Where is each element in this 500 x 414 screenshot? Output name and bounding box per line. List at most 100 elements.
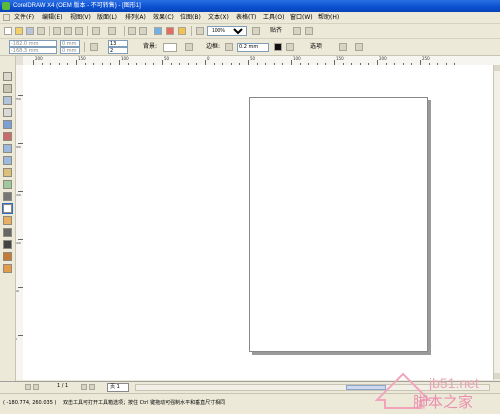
snap-icon[interactable] [252, 27, 260, 35]
ruler-label: 200 [35, 56, 43, 61]
save-icon[interactable] [26, 27, 34, 35]
border-label: 边框: [206, 43, 221, 50]
toolbox [0, 56, 16, 382]
outline-width-field[interactable]: 0.2 mm [237, 43, 269, 52]
status-hint: 双击工具可打开工具箱选项；按住 Ctrl 键拖动可强制水平和垂直尺寸相同 [63, 400, 226, 406]
menu-layout[interactable]: 版面(L) [97, 12, 117, 23]
watermark-logo: jb51.net 脚本之家 [374, 372, 479, 411]
background-label: 背景: [143, 43, 158, 50]
page-tab[interactable]: 页 1 [107, 383, 129, 392]
wrap-text-icon[interactable] [339, 43, 347, 51]
border-grid-icon[interactable] [225, 43, 233, 51]
ruler-label: 250 [422, 56, 430, 61]
menu-bar: 文件(F) 编辑(E) 视图(V) 版面(L) 排列(A) 效果(C) 位图(B… [0, 12, 500, 24]
property-bar: -182.0 mm -168.3 mm 0 mm 0 mm 13 2 背景: 边… [0, 39, 500, 56]
options-icon[interactable] [293, 27, 301, 35]
menu-help[interactable]: 帮助(H) [318, 12, 339, 23]
menu-view[interactable]: 视图(V) [70, 12, 91, 23]
open-folder-icon[interactable] [15, 27, 23, 35]
fill-options-icon[interactable] [185, 43, 193, 51]
eyedropper-icon[interactable] [3, 228, 12, 237]
table-icon[interactable] [355, 43, 363, 51]
copy-icon[interactable] [64, 27, 72, 35]
rectangle-tool-icon[interactable] [3, 144, 12, 153]
previous-page-icon[interactable] [33, 384, 39, 390]
coreldraw-app-icon [2, 2, 10, 10]
x-position-field[interactable]: -182.0 mm [9, 40, 57, 47]
zoom-level-icon [196, 27, 204, 35]
window-title: CorelDRAW X4 (OEM 版本 - 不可转售) - [图形1] [13, 3, 141, 9]
menu-arrange[interactable]: 排列(A) [125, 12, 146, 23]
ruler-label: 100 [293, 56, 301, 61]
smart-fill-icon[interactable] [3, 132, 12, 141]
polygon-tool-icon[interactable] [3, 168, 12, 177]
zoom-tool-icon[interactable] [3, 108, 12, 117]
ruler-label: 50 [164, 56, 170, 61]
ruler-label: 50 [250, 56, 256, 61]
menu-file[interactable]: 文件(F) [14, 12, 34, 23]
paste-icon[interactable] [75, 27, 83, 35]
gear-icon[interactable] [305, 27, 313, 35]
undo-icon[interactable] [92, 27, 100, 35]
corel-online-icon[interactable] [178, 27, 186, 35]
zoom-level-select[interactable]: 100% [207, 26, 247, 36]
title-bar: CorelDRAW X4 (OEM 版本 - 不可转售) - [图形1] [0, 0, 500, 12]
ellipse-tool-icon[interactable] [3, 156, 12, 165]
separator [124, 26, 125, 36]
menu-table[interactable]: 表格(T) [236, 12, 256, 23]
standard-toolbar: 100% 贴齐 [0, 24, 500, 39]
next-page-icon[interactable] [81, 384, 87, 390]
pen-icon[interactable] [286, 43, 294, 51]
snap-to-label[interactable]: 贴齐 [270, 26, 282, 35]
ruler-label: 150 [336, 56, 344, 61]
menu-bitmaps[interactable]: 位图(B) [180, 12, 201, 23]
outline-color-swatch[interactable] [274, 43, 282, 51]
new-file-icon[interactable] [4, 27, 12, 35]
width-field[interactable]: 0 mm [60, 40, 80, 47]
menu-tools[interactable]: 工具(O) [263, 12, 284, 23]
ruler-label: 150 [78, 56, 86, 61]
menu-edit[interactable]: 编辑(E) [42, 12, 62, 23]
table-tool-icon[interactable] [2, 203, 13, 214]
import-icon[interactable] [128, 27, 136, 35]
last-page-icon[interactable] [89, 384, 95, 390]
first-page-icon[interactable] [25, 384, 31, 390]
redo-icon[interactable] [108, 27, 116, 35]
export-icon[interactable] [139, 27, 147, 35]
scroll-up-icon[interactable] [494, 65, 500, 71]
text-tool-icon[interactable] [3, 192, 12, 201]
interactive-fill-icon[interactable] [3, 264, 12, 273]
document-icon [3, 14, 10, 21]
background-color-swatch[interactable] [163, 43, 177, 52]
basic-shapes-icon[interactable] [3, 180, 12, 189]
watermark: jb51.net 脚本之家 [373, 368, 495, 411]
fill-tool-icon[interactable] [3, 252, 12, 261]
ruler-label: 100 [121, 56, 129, 61]
ruler-label: 0 [207, 56, 210, 61]
freehand-tool-icon[interactable] [3, 120, 12, 129]
shape-tool-icon[interactable] [3, 84, 12, 93]
y-position-field[interactable]: -168.3 mm [9, 47, 57, 54]
menu-text[interactable]: 文本(X) [208, 12, 229, 23]
options-dropdown[interactable]: 选项 [310, 42, 322, 51]
separator [87, 26, 88, 36]
document-page[interactable] [249, 97, 428, 352]
print-icon[interactable] [37, 27, 45, 35]
interactive-blend-icon[interactable] [3, 216, 12, 225]
rows-field[interactable]: 13 [108, 40, 128, 47]
ruler-label: 200 [379, 56, 387, 61]
separator [191, 26, 192, 36]
cursor-coordinates: ( -180.774, 260.035 ) [3, 400, 57, 406]
menu-window[interactable]: 窗口(W) [290, 12, 313, 23]
height-field[interactable]: 0 mm [60, 47, 80, 54]
table-rows-icon [90, 43, 98, 51]
cut-icon[interactable] [53, 27, 61, 35]
welcome-screen-icon[interactable] [166, 27, 174, 35]
columns-field[interactable]: 2 [108, 47, 128, 54]
outline-tool-icon[interactable] [3, 240, 12, 249]
crop-tool-icon[interactable] [3, 96, 12, 105]
menu-effects[interactable]: 效果(C) [153, 12, 174, 23]
vertical-scrollbar[interactable] [493, 65, 500, 380]
pick-tool-icon[interactable] [3, 72, 12, 81]
application-launcher-icon[interactable] [154, 27, 162, 35]
